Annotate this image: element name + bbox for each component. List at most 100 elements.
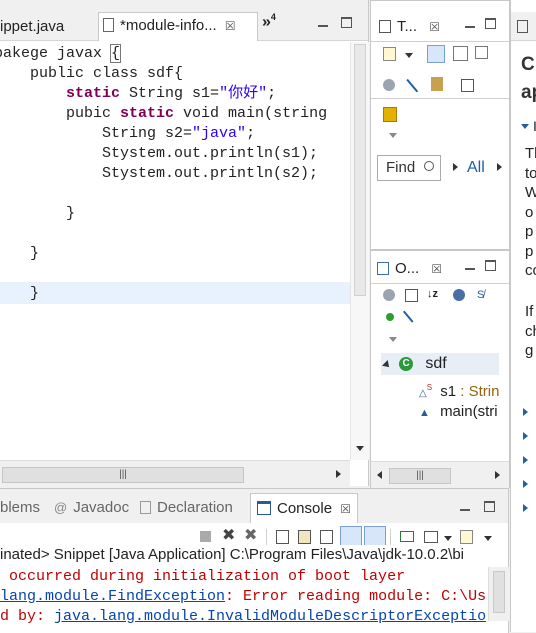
hide-local-types-icon[interactable] — [402, 309, 416, 323]
close-icon[interactable]: ☒ — [225, 19, 236, 33]
tab-declaration[interactable]: Declaration — [140, 495, 233, 521]
scroll-thumb[interactable] — [493, 571, 505, 613]
expand-triangle-icon[interactable] — [521, 124, 529, 129]
console-text: occurred during initialization of boot l… — [0, 568, 406, 585]
current-line-highlight — [0, 282, 350, 304]
all-tasks-chevron-icon[interactable] — [453, 163, 458, 171]
stacktrace-link[interactable]: java.lang.module.InvalidModuleDescriptor… — [54, 608, 486, 625]
remove-launch-icon[interactable]: ✖ — [222, 528, 238, 544]
tab-javadoc[interactable]: @ Javadoc — [54, 495, 129, 521]
link-chevron-icon[interactable] — [523, 432, 528, 440]
tree-field-node[interactable]: △S s1 : Strin — [419, 377, 499, 400]
console-line: d by: java.lang.module.InvalidModuleDesc… — [0, 607, 488, 627]
console-line: lang.module.FindException: Error reading… — [0, 587, 488, 607]
code-area[interactable]: pakege javax { public class sdf{ static … — [0, 42, 350, 460]
task-repository-icon[interactable] — [383, 107, 397, 122]
sync-icon[interactable] — [383, 79, 395, 91]
dropdown-icon[interactable] — [444, 536, 452, 541]
outline-tab[interactable]: O... ☒ — [371, 255, 453, 283]
collapse-all-icon[interactable] — [475, 46, 488, 59]
terminate-icon[interactable] — [200, 531, 211, 542]
minimize-button[interactable] — [465, 268, 475, 270]
minimize-button[interactable] — [460, 509, 470, 511]
display-console-icon[interactable] — [424, 531, 438, 543]
filter-icon[interactable] — [406, 77, 420, 93]
pin-console-icon[interactable] — [400, 531, 414, 542]
static-marker-icon: S — [426, 383, 433, 392]
tab-snippet-java[interactable]: ippet.java — [0, 14, 96, 40]
tab-label: Javadoc — [73, 499, 130, 516]
console-output[interactable]: occurred during initialization of boot l… — [0, 567, 488, 633]
editor-hscrollbar[interactable]: ||| — [0, 460, 350, 487]
scroll-down-arrow[interactable] — [356, 446, 364, 451]
stacktrace-link[interactable]: lang.module.FindException — [0, 588, 225, 605]
code-token: Stystem.out.println(s1); — [0, 145, 319, 162]
tree-class-node[interactable]: C sdf — [381, 353, 499, 375]
code-token: } — [30, 285, 40, 302]
scheduled-icon[interactable] — [453, 46, 468, 61]
hscroll-thumb[interactable]: ||| — [2, 467, 244, 483]
collapse-all-icon[interactable] — [405, 289, 418, 302]
hide-nonpublic-icon[interactable] — [386, 313, 394, 321]
code-line: public class sdf{ — [0, 64, 183, 84]
hide-fields-icon[interactable] — [453, 289, 465, 301]
close-icon[interactable]: ☒ — [429, 20, 440, 34]
scroll-right-arrow[interactable] — [495, 471, 500, 479]
sort-az-icon[interactable]: ↓z — [427, 288, 443, 304]
hscroll-thumb[interactable]: ||| — [389, 468, 451, 484]
console-vscrollbar[interactable] — [488, 567, 509, 621]
scroll-right-arrow[interactable] — [336, 470, 341, 478]
help-text-fragment: co — [525, 262, 536, 279]
tab-module-info[interactable]: *module-info... ☒ — [98, 12, 258, 41]
maximize-button[interactable] — [341, 17, 352, 28]
minimize-button[interactable] — [465, 26, 475, 28]
focus-icon[interactable] — [431, 77, 443, 91]
expand-icon[interactable] — [389, 133, 397, 138]
remove-all-icon[interactable]: ✖ — [244, 528, 260, 544]
find-input[interactable]: Find — [377, 155, 441, 181]
class-icon: C — [399, 357, 414, 372]
scroll-lock-icon[interactable] — [298, 530, 311, 544]
new-console-icon[interactable] — [460, 530, 473, 544]
help-tab[interactable] — [511, 12, 536, 41]
code-token: } — [0, 205, 76, 222]
clear-console-icon[interactable] — [276, 530, 289, 544]
link-chevron-icon[interactable] — [523, 408, 528, 416]
expand-icon[interactable] — [389, 337, 397, 342]
task-list-tab[interactable]: T... ☒ — [371, 13, 451, 41]
help-text-fragment: o — [525, 203, 534, 221]
help-paragraph-2: If ch g — [525, 302, 536, 361]
chevron-double-icon: » — [262, 13, 271, 31]
tab-problems[interactable]: blems — [0, 495, 40, 521]
link-chevron-icon[interactable] — [523, 480, 528, 488]
dropdown-icon[interactable] — [484, 536, 492, 541]
collapse-icon[interactable] — [461, 79, 474, 92]
outline-hscrollbar[interactable]: ||| — [371, 461, 509, 488]
tree-method-node[interactable]: ▲ main(stri — [419, 401, 498, 423]
tab-console[interactable]: Console ☒ — [250, 493, 358, 524]
maximize-button[interactable] — [485, 260, 496, 271]
dropdown-icon[interactable] — [405, 53, 413, 58]
tab-label: blems — [0, 499, 41, 516]
hide-static-icon[interactable]: S̸ — [477, 289, 493, 305]
new-task-icon[interactable] — [383, 47, 396, 61]
more-chevron-icon[interactable] — [497, 163, 502, 171]
link-chevron-icon[interactable] — [523, 504, 528, 512]
link-chevron-icon[interactable] — [523, 456, 528, 464]
scroll-left-arrow[interactable] — [377, 471, 382, 479]
maximize-button[interactable] — [484, 501, 495, 512]
minimize-button[interactable] — [318, 25, 328, 27]
tab-label: Console — [277, 500, 333, 517]
more-tabs-button[interactable]: »4 — [262, 12, 276, 31]
sync-icon[interactable] — [383, 289, 395, 301]
scroll-thumb[interactable] — [354, 44, 366, 296]
close-icon[interactable]: ☒ — [340, 502, 351, 516]
categorize-icon[interactable] — [427, 45, 445, 63]
collapse-triangle-icon[interactable] — [382, 360, 392, 370]
close-icon[interactable]: ☒ — [431, 262, 442, 276]
editor-vscrollbar[interactable] — [350, 42, 369, 460]
all-tasks-link[interactable]: All — [467, 159, 485, 177]
word-wrap-icon[interactable] — [320, 530, 333, 544]
maximize-button[interactable] — [485, 18, 496, 29]
method-icon: ▲ — [419, 407, 430, 419]
